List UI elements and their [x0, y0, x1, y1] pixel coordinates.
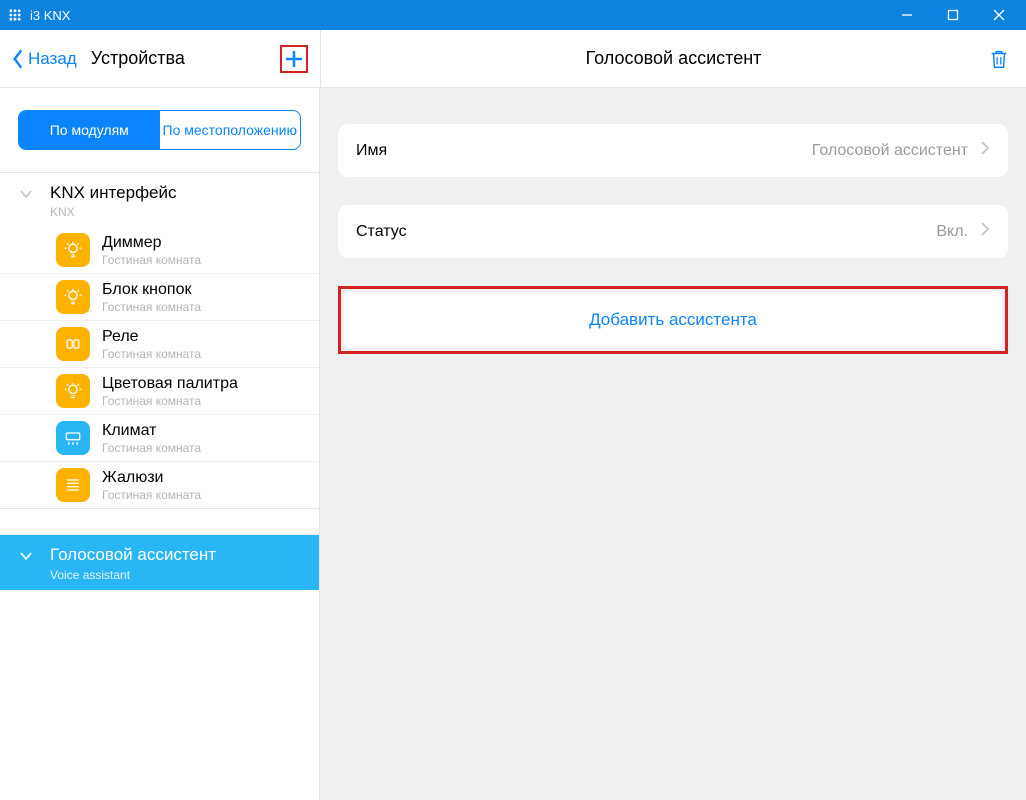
chevron-left-icon: [10, 48, 26, 70]
delete-button[interactable]: [984, 44, 1014, 74]
status-label: Статус: [356, 223, 407, 241]
segment-by-modules[interactable]: По модулям: [19, 111, 160, 149]
window-title: i3 KNX: [30, 8, 70, 23]
bulb-icon: [56, 280, 90, 314]
section-header-voice[interactable]: Голосовой ассистент Voice assistant: [0, 535, 319, 589]
page-title: Голосовой ассистент: [586, 48, 762, 69]
device-room: Гостиная комната: [102, 441, 201, 455]
window-minimize-button[interactable]: [884, 0, 930, 30]
status-card: Статус Вкл.: [338, 205, 1008, 258]
segmented-wrap: По модулям По местоположению: [0, 88, 319, 172]
device-name: Климат: [102, 422, 201, 440]
chevron-down-icon: [12, 545, 40, 561]
section-voice: Голосовой ассистент Voice assistant: [0, 534, 319, 589]
toolbar: Назад Устройства Голосовой ассистент: [0, 30, 1026, 88]
sidebar: По модулям По местоположению KNX интерфе…: [0, 88, 320, 800]
relay-icon: [56, 327, 90, 361]
segment-by-location[interactable]: По местоположению: [160, 111, 301, 149]
app-icon: [6, 6, 24, 24]
climate-icon: [56, 421, 90, 455]
main-pane: Имя Голосовой ассистент Статус Вкл. Доба…: [320, 88, 1026, 800]
device-row-palette[interactable]: Цветовая палитра Гостиная комната: [0, 368, 319, 415]
back-label: Назад: [28, 49, 77, 69]
device-name: Жалюзи: [102, 469, 201, 487]
device-name: Диммер: [102, 234, 201, 252]
bulb-icon: [56, 374, 90, 408]
section-subtitle: Voice assistant: [50, 568, 216, 582]
content: По модулям По местоположению KNX интерфе…: [0, 88, 1026, 800]
section-subtitle: KNX: [50, 205, 177, 219]
device-room: Гостиная комната: [102, 300, 201, 314]
device-name: Цветовая палитра: [102, 375, 238, 393]
device-row-blinds[interactable]: Жалюзи Гостиная комната: [0, 462, 319, 508]
toolbar-right: Голосовой ассистент: [320, 30, 1026, 87]
name-label: Имя: [356, 142, 387, 160]
chevron-right-icon: [980, 221, 990, 242]
device-room: Гостиная комната: [102, 394, 238, 408]
section-title: KNX интерфейс: [50, 183, 177, 203]
device-row-climate[interactable]: Климат Гостиная комната: [0, 415, 319, 462]
device-row-relay[interactable]: Реле Гостиная комната: [0, 321, 319, 368]
device-room: Гостиная комната: [102, 347, 201, 361]
device-room: Гостиная комната: [102, 253, 201, 267]
device-row-buttons[interactable]: Блок кнопок Гостиная комната: [0, 274, 319, 321]
window-close-button[interactable]: [976, 0, 1022, 30]
status-value: Вкл.: [407, 223, 968, 241]
chevron-right-icon: [980, 140, 990, 161]
window-maximize-button[interactable]: [930, 0, 976, 30]
view-mode-segmented: По модулям По местоположению: [18, 110, 301, 150]
name-value: Голосовой ассистент: [387, 142, 968, 160]
trash-icon: [988, 47, 1010, 71]
add-assistant-highlight: Добавить ассистента: [338, 286, 1008, 354]
chevron-down-icon: [12, 183, 40, 199]
section-knx: KNX интерфейс KNX Диммер Гостиная комнат…: [0, 172, 319, 508]
row-status[interactable]: Статус Вкл.: [338, 205, 1008, 258]
section-header-knx[interactable]: KNX интерфейс KNX: [0, 173, 319, 227]
sidebar-title: Устройства: [91, 48, 185, 69]
blinds-icon: [56, 468, 90, 502]
device-name: Блок кнопок: [102, 281, 201, 299]
section-title: Голосовой ассистент: [50, 545, 216, 565]
window-titlebar: i3 KNX: [0, 0, 1026, 30]
device-room: Гостиная комната: [102, 488, 201, 502]
device-row-dimmer[interactable]: Диммер Гостиная комната: [0, 227, 319, 274]
plus-icon: [283, 48, 305, 70]
device-name: Реле: [102, 328, 201, 346]
back-button[interactable]: Назад: [10, 48, 77, 70]
bulb-icon: [56, 233, 90, 267]
add-device-button[interactable]: [280, 45, 308, 73]
toolbar-left: Назад Устройства: [0, 30, 320, 87]
name-card: Имя Голосовой ассистент: [338, 124, 1008, 177]
add-assistant-button[interactable]: Добавить ассистента: [344, 292, 1002, 348]
row-name[interactable]: Имя Голосовой ассистент: [338, 124, 1008, 177]
